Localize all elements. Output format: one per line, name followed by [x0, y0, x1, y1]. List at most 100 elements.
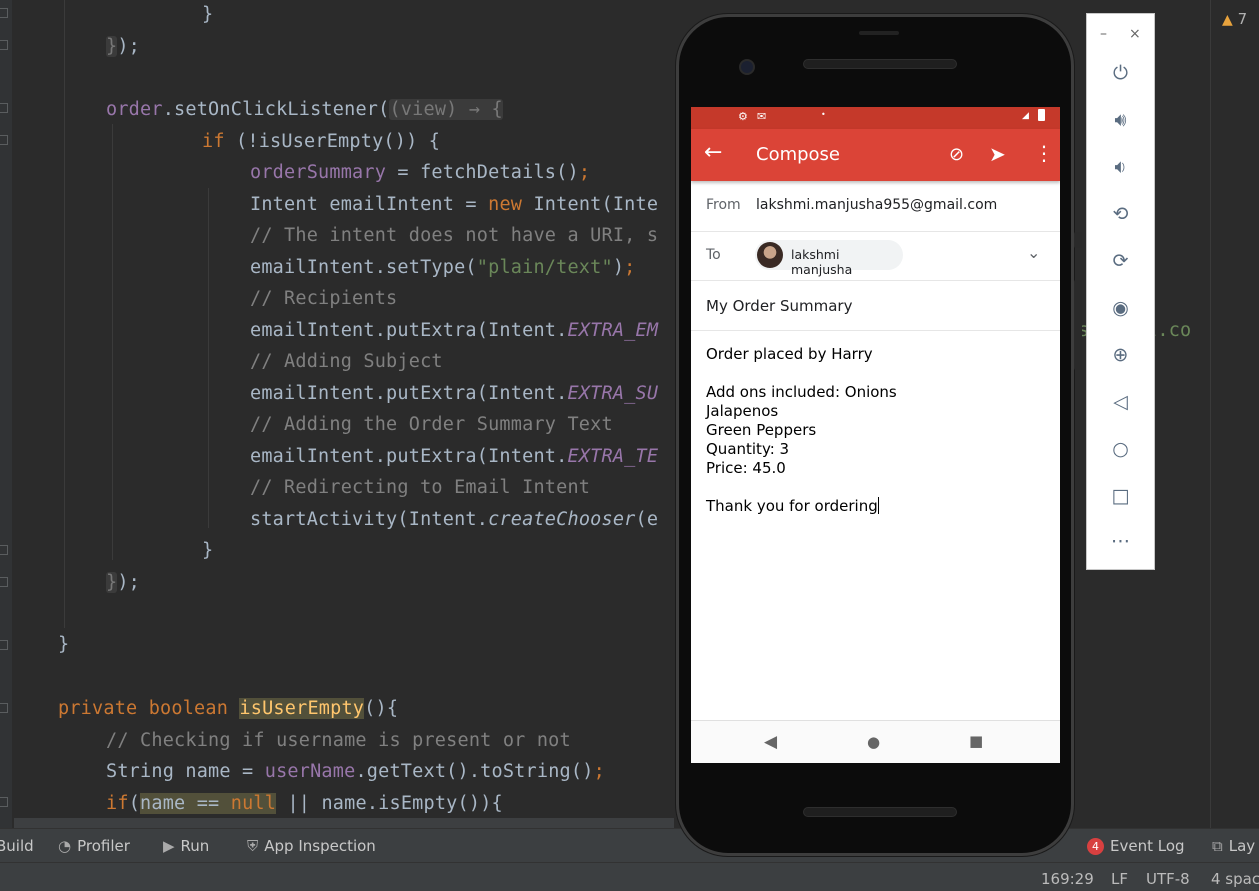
code-line[interactable]: }); [106, 35, 140, 59]
subject-field[interactable]: My Order Summary [691, 280, 1060, 331]
body-line: Add ons included: Onions [706, 383, 897, 401]
compose-title: Compose [756, 144, 841, 165]
camera-screenshot-icon[interactable]: ◉ [1087, 297, 1154, 319]
volume-up-icon[interactable]: 🔊︎ [1087, 109, 1154, 131]
rotate-right-icon[interactable]: ⟳ [1087, 250, 1154, 272]
body-line: Order placed by Harry [706, 345, 873, 363]
code-line[interactable]: Intent emailIntent = new Intent(Inte [250, 193, 658, 217]
speaker-grille-bottom [803, 807, 957, 817]
event-log-tool-button[interactable]: 4 Event Log [1087, 837, 1185, 855]
arrow-back-icon[interactable]: ← [704, 140, 722, 165]
from-row[interactable]: From lakshmi.manjusha955@gmail.com [691, 181, 1060, 232]
code-token: (view) → { [389, 99, 503, 120]
to-label: To [706, 247, 721, 263]
code-token: name == [140, 793, 231, 814]
code-line[interactable]: } [58, 633, 69, 657]
code-line[interactable]: emailIntent.putExtra(Intent.EXTRA_SU [250, 382, 658, 406]
android-nav-bar: ◀ ● ■ [691, 720, 1060, 763]
code-token: } [106, 36, 118, 57]
code-line[interactable]: // Redirecting to Email Intent [250, 476, 590, 500]
file-encoding[interactable]: UTF-8 [1146, 870, 1190, 888]
body-line: Quantity: 3 [706, 440, 790, 458]
code-line[interactable]: // Adding the Order Summary Text [250, 413, 613, 437]
code-token: EXTRA_EM [567, 320, 659, 341]
warnings-indicator[interactable]: ▲ 7 [1222, 10, 1247, 28]
code-token: if [202, 131, 237, 152]
home-icon[interactable]: ○ [1087, 438, 1154, 460]
subject-value: My Order Summary [706, 297, 853, 315]
code-line[interactable]: } [202, 539, 213, 563]
gmail-notification-icon: ✉ [757, 110, 767, 123]
gauge-icon: ◔ [58, 837, 72, 855]
text-caret [877, 497, 879, 514]
warning-count: 7 [1237, 10, 1248, 28]
signal-icon: ◢ [1022, 111, 1029, 121]
inspection-icon: ⛨ [247, 837, 259, 855]
build-tool-button[interactable]: Build [0, 837, 34, 855]
nav-back-icon[interactable]: ◀ [764, 732, 777, 752]
app-inspection-tool-button[interactable]: ⛨ App Inspection [247, 837, 376, 855]
code-line[interactable]: } [202, 3, 213, 27]
code-token: String name = [106, 761, 265, 782]
code-line[interactable]: String name = userName.getText().toStrin… [106, 760, 605, 784]
code-line[interactable]: startActivity(Intent.createChooser(e [250, 508, 658, 532]
code-line[interactable]: // Adding Subject [250, 350, 443, 374]
code-token: ) [612, 257, 625, 278]
code-token: // Adding the Order Summary Text [250, 414, 613, 435]
run-tool-button[interactable]: ▶ Run [163, 837, 209, 855]
code-token: Intent emailIntent = [250, 194, 489, 215]
code-line[interactable]: emailIntent.setType("plain/text"); [250, 256, 636, 280]
volume-down-icon[interactable]: 🔉︎ [1087, 156, 1154, 178]
zoom-icon[interactable]: ⊕ [1087, 344, 1154, 366]
body-line: Price: 45.0 [706, 459, 786, 477]
close-icon[interactable]: × [1129, 26, 1141, 42]
code-token: emailIntent.putExtra(Intent. [250, 383, 568, 404]
emulator-control-panel: – × ⏻ 🔊︎ 🔉︎ ⟲ ⟳ ◉ ⊕ ◁ ○ □ ⋯ [1086, 13, 1155, 570]
nav-home-icon[interactable]: ● [867, 733, 880, 751]
code-line[interactable]: if (!isUserEmpty()) { [202, 130, 440, 154]
code-line[interactable]: // Checking if username is present or no… [106, 729, 571, 753]
caret-position[interactable]: 169:29 [1041, 870, 1094, 888]
minimize-icon[interactable]: – [1100, 26, 1107, 42]
profiler-tool-button[interactable]: ◔ Profiler [58, 837, 130, 855]
horizontal-scrollbar[interactable] [14, 818, 674, 828]
code-token: ); [117, 572, 141, 593]
overview-icon[interactable]: □ [1087, 485, 1154, 507]
paperclip-icon[interactable]: ⊘ [949, 144, 964, 165]
back-icon[interactable]: ◁ [1087, 391, 1154, 413]
code-line[interactable]: // The intent does not have a URI, s [250, 224, 658, 248]
indent-setting[interactable]: 4 spac [1211, 870, 1259, 888]
code-token: emailIntent.setType( [250, 257, 477, 278]
line-separator[interactable]: LF [1111, 870, 1128, 888]
body-line: Jalapenos [706, 402, 779, 420]
code-line[interactable]: // Recipients [250, 287, 397, 311]
code-token: // The intent does not have a URI, s [250, 225, 659, 246]
code-token: ; [593, 761, 605, 782]
code-line[interactable]: order.setOnClickListener((view) → { [106, 98, 503, 122]
editor-gutter[interactable] [0, 0, 12, 828]
nav-overview-icon[interactable]: ■ [969, 732, 983, 750]
rotate-left-icon[interactable]: ⟲ [1087, 203, 1154, 225]
send-icon[interactable]: ➤ [989, 142, 1006, 166]
layout-inspector-tool-button[interactable]: ⧉ Lay [1212, 837, 1255, 855]
more-options-icon[interactable]: ⋯ [1087, 530, 1154, 552]
code-token: || name.isEmpty()){ [276, 793, 503, 814]
system-status-bar: ⚙ ✉ • ◢ [691, 107, 1060, 129]
battery-icon [1038, 109, 1045, 121]
chevron-down-icon[interactable]: ⌄ [1027, 243, 1040, 262]
code-line[interactable]: if(name == null || name.isEmpty()){ [106, 792, 503, 816]
code-line[interactable]: orderSummary = fetchDetails(); [250, 161, 590, 185]
code-line[interactable]: private boolean isUserEmpty(){ [58, 697, 398, 721]
warning-icon: ▲ [1222, 12, 1233, 28]
more-vert-icon[interactable]: ⋮ [1034, 141, 1054, 165]
phone-screen[interactable]: ⚙ ✉ • ◢ ← Compose ⊘ ➤ ⋮ From lakshmi.man… [691, 107, 1060, 763]
code-line[interactable]: emailIntent.putExtra(Intent.EXTRA_TE [250, 445, 658, 469]
layout-inspector-icon: ⧉ [1212, 837, 1223, 855]
code-line[interactable]: }); [106, 571, 140, 595]
code-token: isUserEmpty [239, 698, 365, 719]
power-icon[interactable]: ⏻ [1087, 62, 1154, 84]
code-line[interactable]: emailIntent.putExtra(Intent.EXTRA_EM [250, 319, 658, 343]
code-token: orderSummary [250, 162, 387, 183]
recipient-chip[interactable]: lakshmi manjusha [755, 240, 903, 277]
compose-body-field[interactable]: Order placed by Harry Add ons included: O… [706, 345, 897, 516]
